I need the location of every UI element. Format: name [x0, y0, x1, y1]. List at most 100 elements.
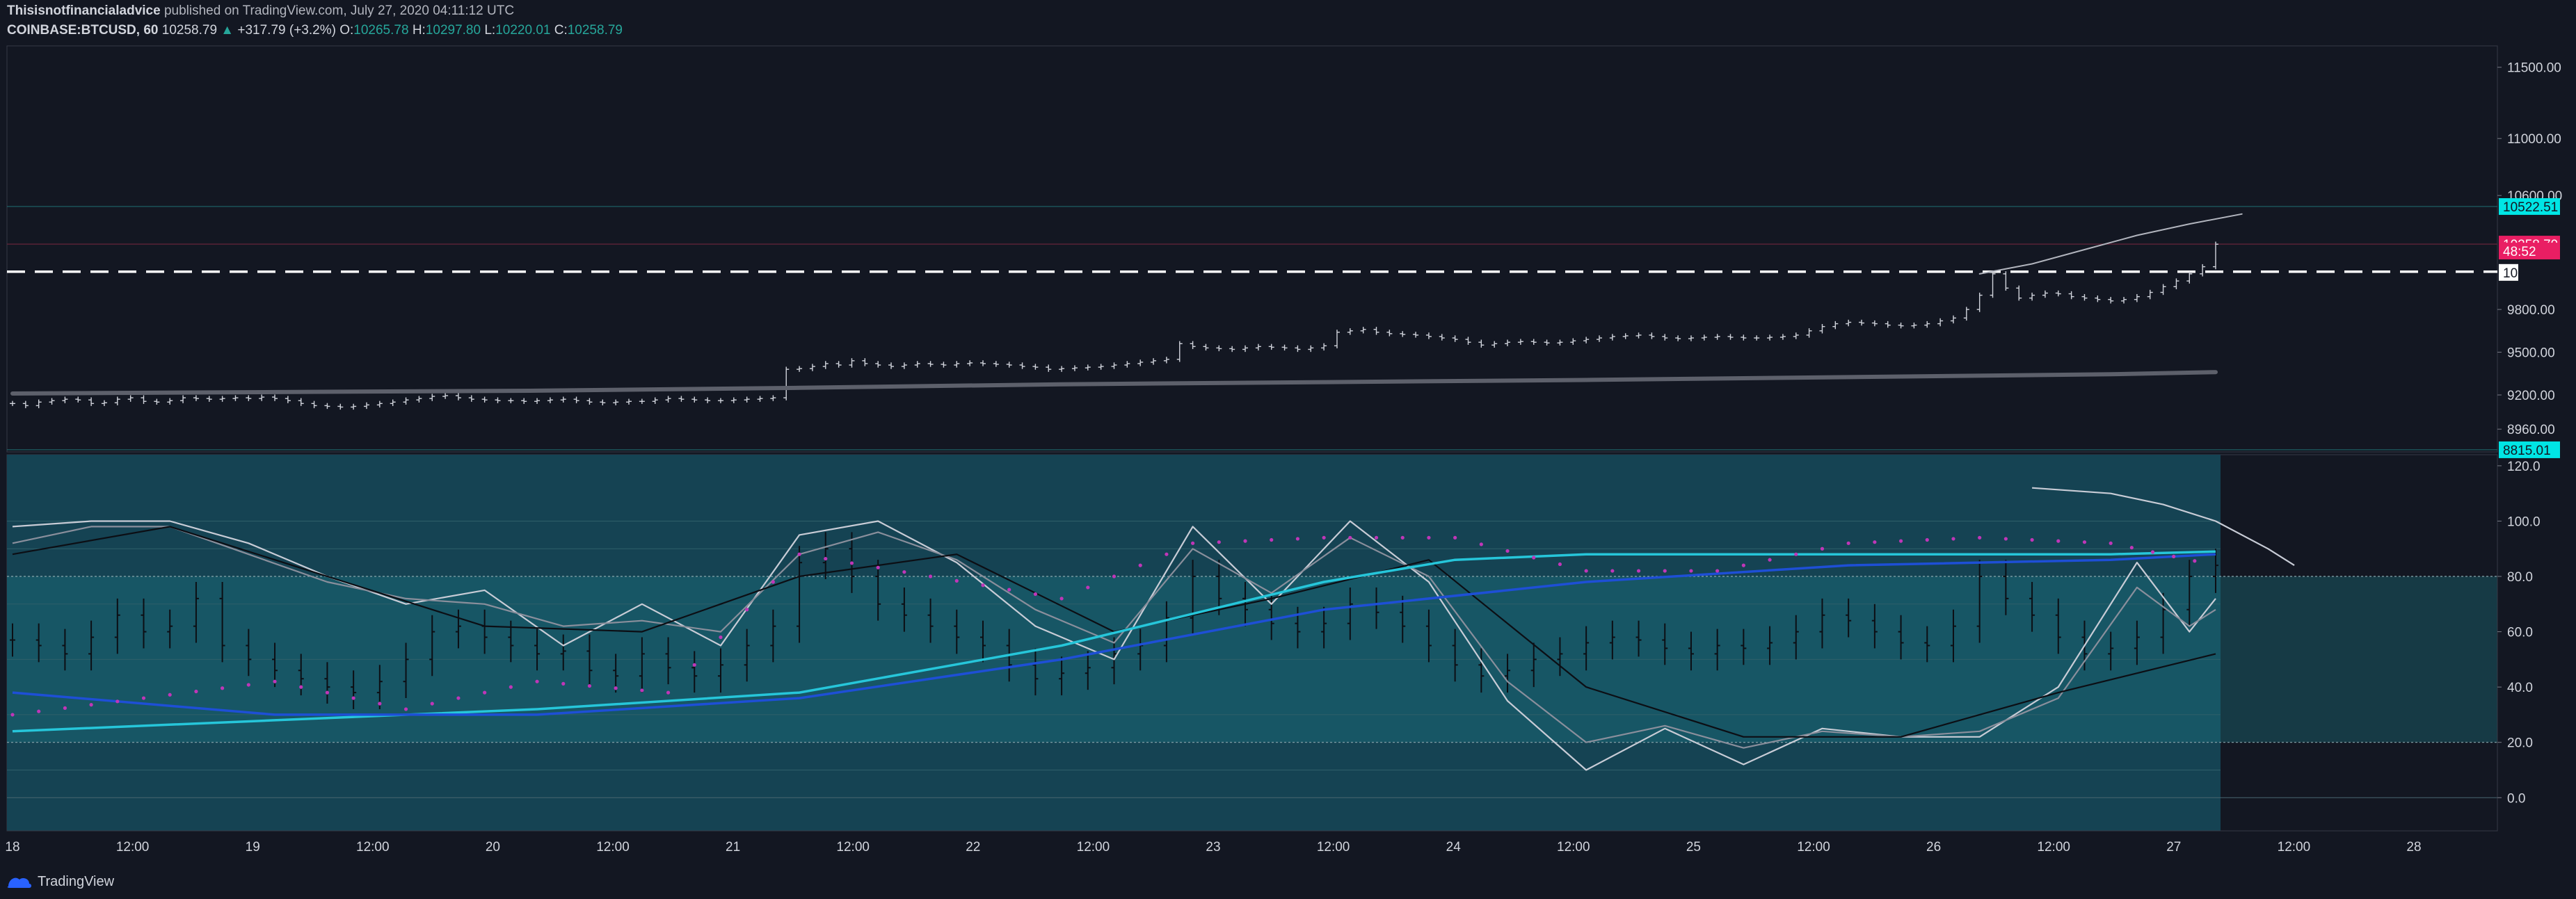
price-tick-label: 11500.00	[2507, 61, 2561, 76]
oscillator-dot	[2129, 546, 2134, 550]
price-axis-label: 48:52	[2503, 245, 2536, 259]
close-value: 10258.79	[567, 23, 623, 38]
oscillator-dot	[1636, 569, 1641, 573]
price-axis-label: 10	[2503, 266, 2518, 281]
price-tick-label: 9800.00	[2507, 303, 2555, 318]
oscillator-dot	[1689, 569, 1693, 573]
time-tick-label: 20	[486, 840, 500, 855]
oscillator-dot	[1584, 569, 1588, 573]
time-tick-label: 12:00	[1557, 840, 1590, 855]
oscillator-dot	[1768, 558, 1772, 562]
oscillator-dot	[378, 702, 382, 706]
oscillator-dot	[430, 702, 434, 706]
oscillator-dot	[403, 707, 408, 711]
oscillator-dot	[692, 663, 696, 667]
oscillator-dot	[1322, 535, 1326, 540]
price-axis-label: 10522.51	[2503, 200, 2558, 215]
oscillator-dot	[640, 688, 644, 693]
oscillator-pane[interactable]: 120.0 100.0 80.0 60.0 40.0 20.0 0.0	[6, 454, 2541, 832]
symbol-label[interactable]: COINBASE:BTCUSD, 60	[7, 23, 158, 38]
oscillator-dot	[587, 683, 592, 688]
time-tick-label: 22	[966, 840, 980, 855]
oscillator-tick-label: 120.0	[2507, 460, 2541, 474]
author-name[interactable]: Thisisnotfinancialadvice	[7, 3, 161, 18]
oscillator-dot	[666, 690, 671, 695]
time-tick-label: 24	[1446, 840, 1462, 855]
oscillator-dot	[194, 689, 198, 694]
oscillator-dot	[1453, 535, 1457, 540]
oscillator-dot	[1794, 552, 1798, 556]
oscillator-dot	[1741, 563, 1745, 567]
ohlc-line: COINBASE:BTCUSD, 60 10258.79 ▲ +317.79 (…	[7, 21, 623, 40]
oscillator-dot	[1925, 537, 1929, 542]
oscillator-dot	[797, 552, 801, 556]
chart-header: Thisisnotfinancialadvice published on Tr…	[7, 1, 623, 46]
oscillator-dot	[63, 706, 67, 710]
time-tick-label: 12:00	[1797, 840, 1830, 855]
time-tick-label: 18	[5, 840, 19, 855]
oscillator-dot	[1270, 537, 1274, 542]
oscillator-dot	[1427, 535, 1431, 540]
oscillator-tick-label: 60.0	[2507, 626, 2533, 640]
close-label: C:	[554, 23, 568, 38]
oscillator-dot	[1059, 597, 1064, 601]
oscillator-dot	[1532, 556, 1536, 560]
footer: TradingView	[7, 869, 114, 894]
oscillator-dot	[1479, 542, 1483, 546]
time-axis[interactable]: 18 12:00 19 12:00 20 12:00 21 12:00 22 12:00 23 12:…	[5, 830, 2497, 861]
oscillator-dot	[273, 679, 277, 683]
price-axis-label: 8815.01	[2503, 444, 2551, 458]
oscillator-dot	[745, 608, 749, 612]
oscillator-dot	[2030, 537, 2034, 542]
oscillator-dot	[1820, 546, 1825, 551]
oscillator-dot	[168, 693, 172, 697]
price-tick-label: 8960.00	[2507, 423, 2555, 437]
time-tick-label: 12:00	[1317, 840, 1350, 855]
oscillator-dot	[1007, 588, 1011, 592]
oscillator-dot	[561, 681, 566, 686]
oscillator-dot	[1400, 535, 1405, 540]
oscillator-dot	[456, 696, 461, 700]
time-tick-label: 19	[246, 840, 260, 855]
oscillator-dot	[246, 683, 250, 687]
time-tick-label: 12:00	[836, 840, 870, 855]
time-tick-label: 12:00	[2278, 840, 2311, 855]
price-pane[interactable]: 11500.0011000.0010600.009800.009500.0092…	[6, 45, 2562, 458]
price-tick-label: 9200.00	[2507, 389, 2555, 403]
oscillator-dot	[2082, 540, 2087, 544]
price-tick-label: 11000.00	[2507, 132, 2561, 147]
oscillator-dot	[10, 713, 15, 717]
time-tick-label: 12:00	[116, 840, 150, 855]
oscillator-dot	[1138, 563, 1142, 567]
oscillator-dot	[299, 685, 303, 689]
oscillator-dot	[849, 561, 854, 565]
oscillator-dot	[483, 690, 487, 695]
oscillator-dot	[2150, 550, 2155, 554]
oscillator-dot	[1191, 541, 1195, 545]
oscillator-dot	[954, 578, 959, 583]
oscillator-dot	[1610, 569, 1615, 573]
oscillator-tick-label: 20.0	[2507, 736, 2533, 751]
oscillator-dot	[1295, 537, 1300, 541]
publish-info: published on TradingView.com, July 27, 2…	[163, 3, 515, 18]
change-up-icon: ▲	[221, 23, 234, 38]
high-value: 10297.80	[425, 23, 481, 38]
price-tick-label: 9500.00	[2507, 346, 2555, 361]
oscillator-tick-label: 80.0	[2507, 570, 2533, 585]
oscillator-dot	[221, 686, 225, 690]
time-tick-label: 28	[2406, 840, 2421, 855]
oscillator-dot	[351, 696, 355, 700]
open-value: 10265.78	[353, 23, 409, 38]
oscillator-dot	[928, 574, 933, 578]
oscillator-dot	[1663, 569, 1667, 573]
brand-name[interactable]: TradingView	[38, 874, 114, 890]
oscillator-dot	[876, 565, 880, 569]
oscillator-dot	[771, 580, 775, 584]
low-label: L:	[484, 23, 496, 38]
last-price: 10258.79	[161, 23, 218, 38]
chart-area[interactable]: 11500.0011000.0010600.009800.009500.0092…	[0, 44, 2576, 869]
oscillator-dot	[115, 699, 120, 704]
oscillator-dot	[614, 686, 618, 690]
oscillator-dot	[1873, 540, 1877, 544]
oscillator-dot	[1374, 535, 1379, 540]
